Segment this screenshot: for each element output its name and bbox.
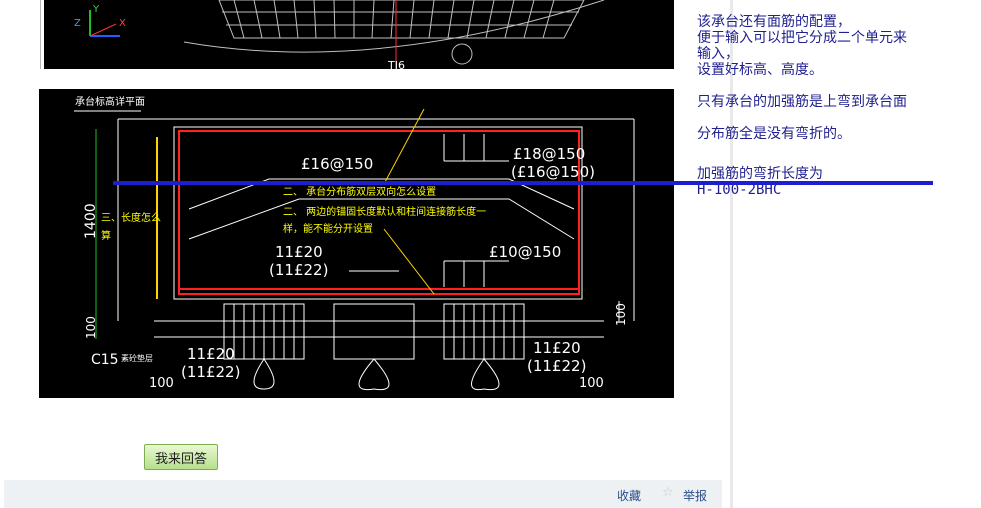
note-line: 分布筋全是没有弯折的。 (697, 126, 851, 142)
question-one: 二、 承台分布筋双层双向怎么设置 (283, 185, 436, 198)
cad-3d-view-drawing: Z Y X TJ6 (74, 0, 605, 69)
dim-100-left-label: 100 (84, 316, 98, 339)
cad-3d-view-image: Z Y X TJ6 (44, 0, 674, 69)
rebar-top-right-alt-label: (£16@150) (511, 163, 595, 181)
rebar-mid-left-alt-label: (11£22) (269, 261, 328, 279)
answer-button[interactable]: 我来回答 (144, 444, 218, 470)
strike-line (113, 181, 933, 185)
question-two-line1: 二、 两边的锚固长度默认和柱间连接筋长度一 (283, 205, 486, 218)
answer-note: 该承台还有面筋的配置， 便于输入可以把它分成二个单元来 输入， 设置好标高、高度… (697, 14, 977, 198)
rebar-top-left-label: £16@150 (301, 155, 373, 173)
rebar-mid-right-label: £10@150 (489, 243, 561, 261)
axis-y-label: Y (92, 4, 100, 15)
star-icon: ☆ (662, 485, 674, 500)
note-line: 该承台还有面筋的配置， (697, 14, 851, 30)
question-three-line2: 算 (101, 229, 111, 242)
c15-label: C15 (91, 352, 119, 368)
content-left-rule (40, 0, 41, 69)
elevation-label: 承台标高详平面 (75, 95, 145, 108)
question-two-line2: 样，能不能分开设置 (283, 222, 373, 235)
bottom-left-rebar-label: 11£20 (187, 345, 235, 363)
note-line: 输入， (697, 46, 739, 62)
note-line: 只有承台的加强筋是上弯到承台面 (697, 94, 907, 110)
axis-z-label: Z (74, 18, 81, 29)
report-link[interactable]: 举报 (683, 487, 707, 504)
column-label: TJ6 (387, 59, 405, 69)
c15-note: 素砼垫层 (121, 353, 153, 363)
favorite-link[interactable]: 收藏 (617, 487, 641, 504)
axis-x-label: X (119, 18, 126, 29)
dim-100-bottom-right: 100 (579, 376, 604, 391)
rebar-top-right-label: £18@150 (513, 145, 585, 163)
note-line: 设置好标高、高度。 (697, 62, 823, 78)
cad-section-image: 承台标高详平面 £16@150 £18@150 (£16@150) 11£20 … (39, 89, 674, 398)
question-three-line1: 三、长度怎么 (101, 211, 161, 224)
cad-section-drawing: 承台标高详平面 £16@150 £18@150 (£16@150) 11£20 … (74, 95, 635, 391)
dim-height-label: 1400 (83, 203, 99, 239)
note-line: 便于输入可以把它分成二个单元来 (697, 30, 907, 46)
note-line: 加强筋的弯折长度为 (697, 166, 823, 182)
action-bar (4, 480, 722, 508)
dim-100-right-label: 100 (614, 303, 628, 326)
bottom-left-rebar-alt-label: (11£22) (181, 363, 240, 381)
dim-100-bottom-left: 100 (149, 376, 174, 391)
bottom-right-rebar-label: 11£20 (533, 339, 581, 357)
bottom-right-rebar-alt-label: (11£22) (527, 357, 586, 375)
rebar-mid-left-label: 11£20 (275, 243, 323, 261)
